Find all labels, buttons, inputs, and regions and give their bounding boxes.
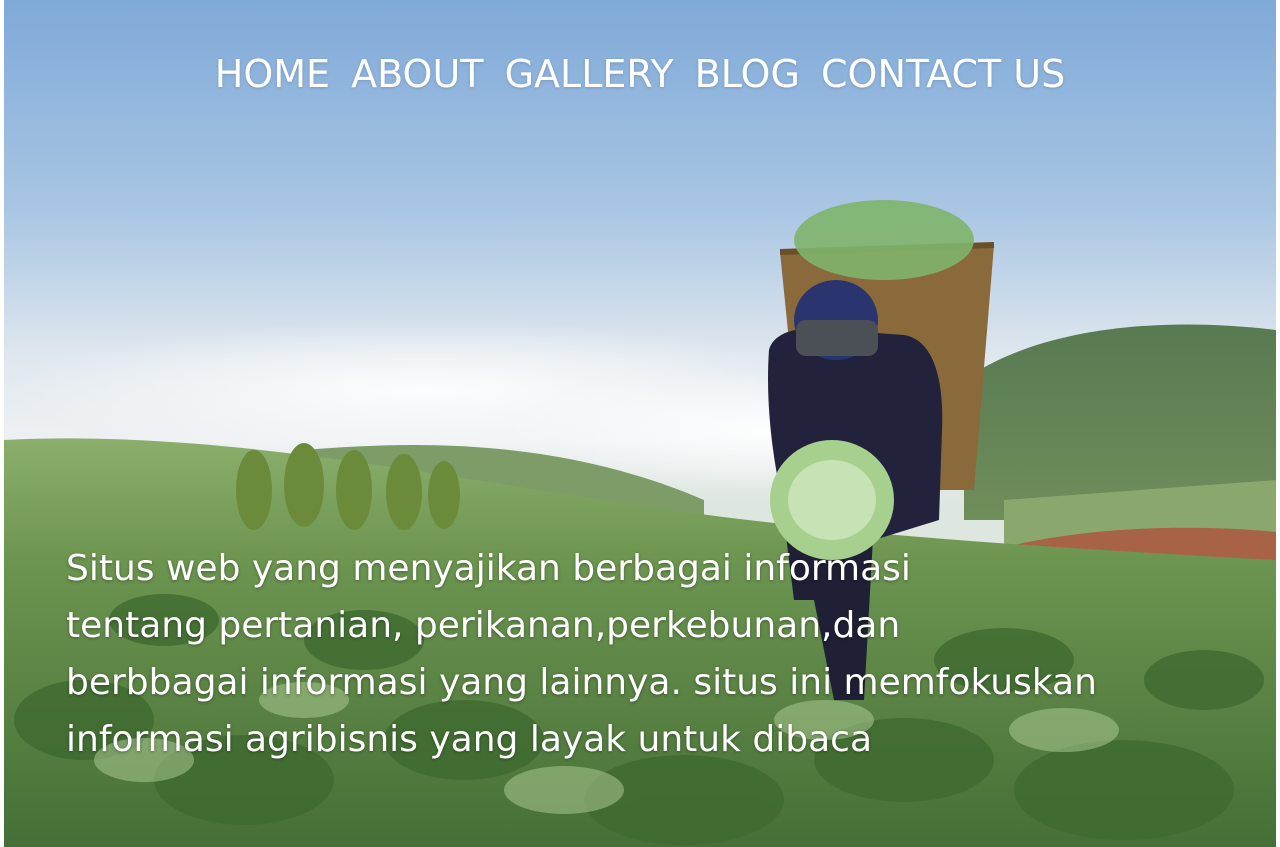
main-nav: HOME ABOUT GALLERY BLOG CONTACT US bbox=[4, 52, 1276, 102]
hero-description-line-1: Situs web yang menyajikan berbagai infor… bbox=[66, 548, 911, 589]
nav-about-link[interactable]: ABOUT bbox=[351, 52, 483, 96]
nav-gallery-link[interactable]: GALLERY bbox=[505, 52, 674, 96]
hero-description-line-3: berbbagai informasi yang lainnya. situs … bbox=[66, 662, 1097, 703]
nav-home-link[interactable]: HOME bbox=[215, 52, 330, 96]
hero-description: Situs web yang menyajikan berbagai infor… bbox=[66, 540, 1166, 768]
hero-description-line-4: informasi agribisnis yang layak untuk di… bbox=[66, 719, 873, 760]
hero-section: HOME ABOUT GALLERY BLOG CONTACT US Situs… bbox=[4, 0, 1276, 847]
hero-description-line-2: tentang pertanian, perikanan,perkebunan,… bbox=[66, 605, 901, 646]
nav-contact-link[interactable]: CONTACT US bbox=[821, 52, 1065, 96]
nav-blog-link[interactable]: BLOG bbox=[695, 52, 800, 96]
